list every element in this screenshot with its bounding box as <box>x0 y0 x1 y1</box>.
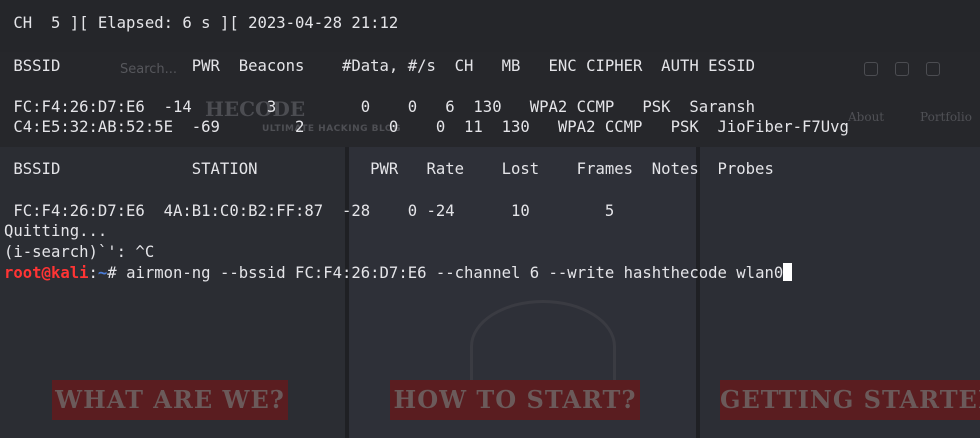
ap-table-header: BSSID PWR Beacons #Data, #/s CH MB ENC C… <box>4 57 756 75</box>
command-input[interactable]: airmon-ng --bssid FC:F4:26:D7:E6 --chann… <box>126 264 783 282</box>
prompt-path: ~ <box>97 264 108 282</box>
prompt-symbol: # <box>107 264 127 282</box>
isearch-line: (i-search)`': ^C <box>4 243 155 261</box>
prompt-separator: : <box>88 264 98 282</box>
ap-table-row: FC:F4:26:D7:E6 -14 3 0 0 6 130 WPA2 CCMP… <box>4 98 756 116</box>
station-table-header: BSSID STATION PWR Rate Lost Frames Notes… <box>4 160 774 178</box>
station-table-row: FC:F4:26:D7:E6 4A:B1:C0:B2:FF:87 -28 0 -… <box>4 202 615 220</box>
terminal-window[interactable]: CH 5 ][ Elapsed: 6 s ][ 2023-04-28 21:12… <box>0 0 980 438</box>
text-cursor <box>783 263 793 281</box>
command-line[interactable]: root@kali:~# airmon-ng --bssid FC:F4:26:… <box>4 263 793 283</box>
ap-table-row: C4:E5:32:AB:52:5E -69 2 0 0 11 130 WPA2 … <box>4 118 849 136</box>
terminal-status-line: CH 5 ][ Elapsed: 6 s ][ 2023-04-28 21:12 <box>4 14 399 32</box>
prompt-user-host: root@kali <box>4 264 89 282</box>
quitting-message: Quitting... <box>4 222 108 240</box>
